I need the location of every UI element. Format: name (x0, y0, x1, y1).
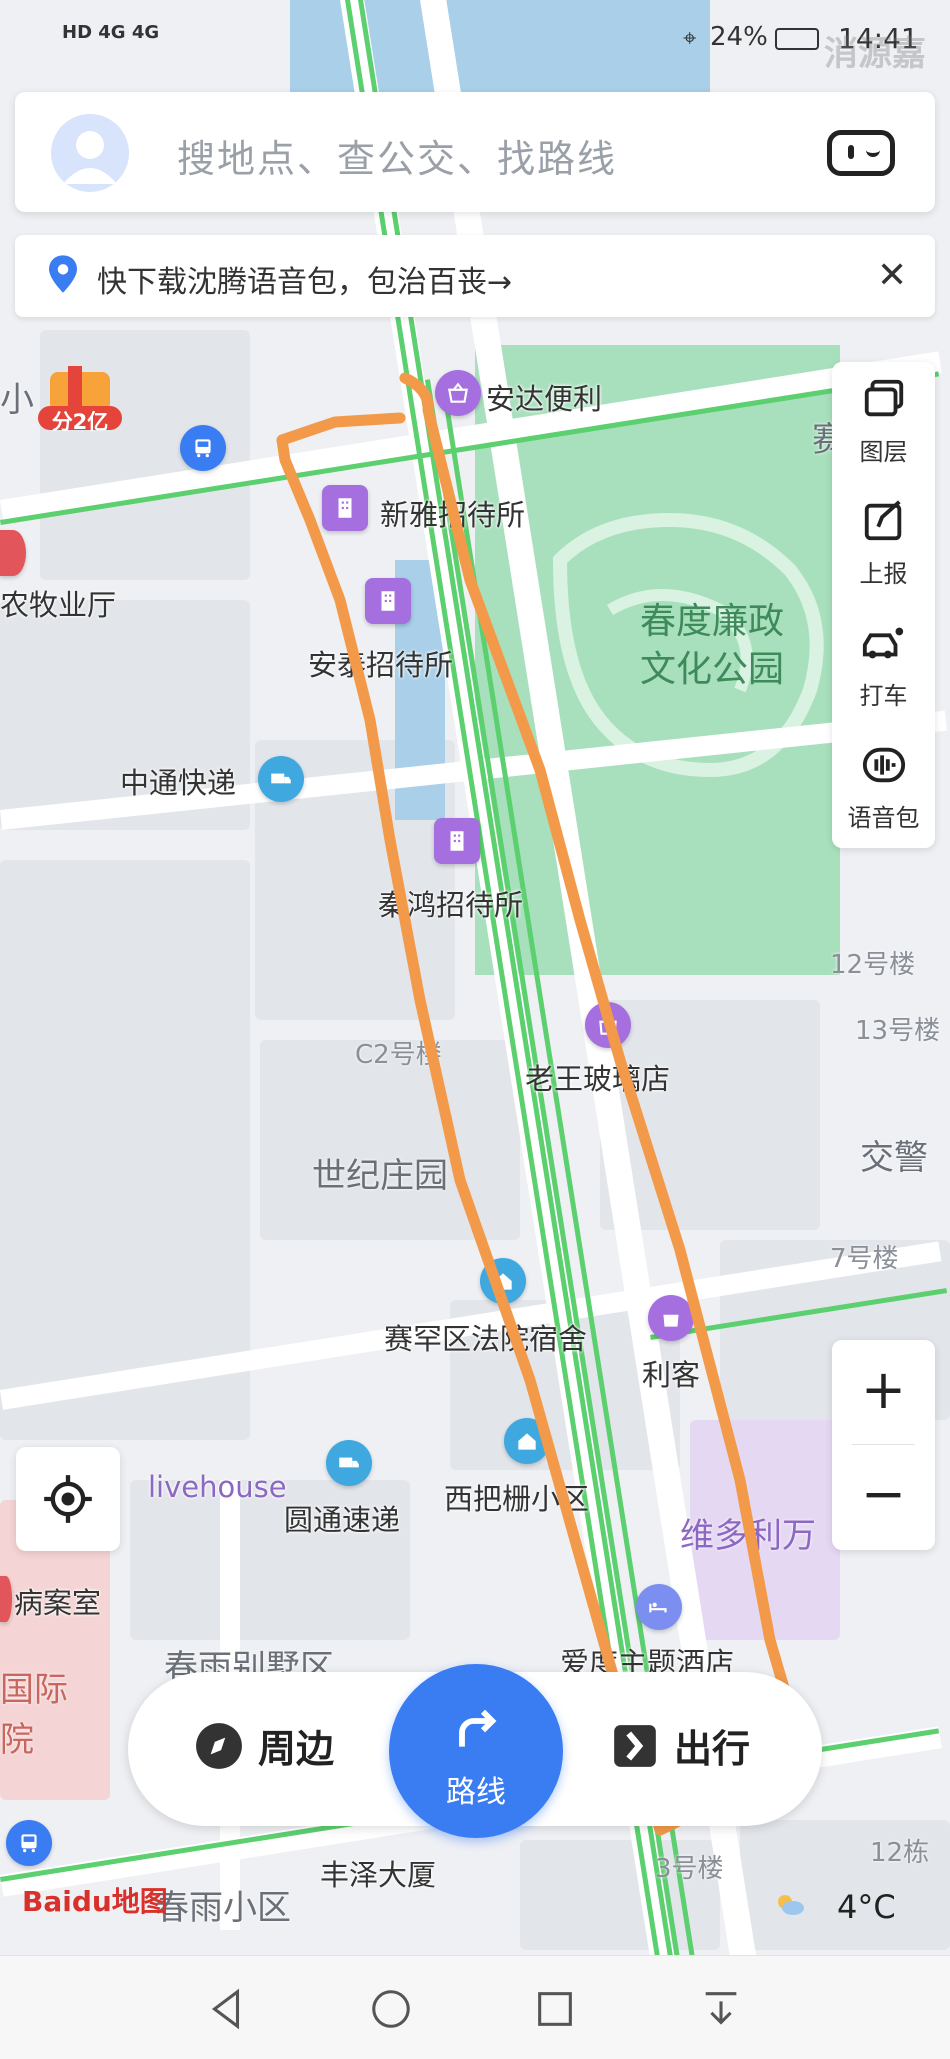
system-navigation-bar (0, 1955, 950, 2059)
zoom-out-button[interactable]: − (832, 1444, 935, 1548)
weather-temp: 4°C (837, 1888, 896, 1926)
route-label: 路线 (446, 1775, 506, 1810)
assistant-robot-icon[interactable] (827, 130, 895, 176)
taxi-icon (862, 627, 904, 659)
crosshair-icon (44, 1475, 92, 1523)
baidu-logo: Baidu地图 (22, 1885, 168, 1918)
nearby-label: 周边 (258, 1727, 335, 1771)
promo-badge: 分2亿 (51, 410, 109, 434)
status-bar: HD 4G 4G ⌖ 24% 14:41 消源嘉 (0, 0, 950, 80)
recents-icon[interactable] (532, 1986, 578, 2032)
voice-pack-banner[interactable]: 快下载沈腾语音包，包治百丧→ ✕ (15, 235, 935, 317)
tool-label: 图层 (859, 438, 908, 466)
search-bar[interactable]: 搜地点、查公交、找路线 (15, 92, 935, 212)
avatar[interactable] (51, 114, 129, 192)
zoom-in-button[interactable]: + (832, 1340, 935, 1444)
layers-icon (864, 379, 904, 417)
battery-icon (775, 28, 819, 50)
locate-me-button[interactable] (16, 1447, 120, 1551)
location-pin-icon (49, 255, 77, 297)
battery-percent: 24% (710, 22, 768, 52)
nearby-button[interactable]: 周边 (194, 1718, 334, 1773)
travel-label: 出行 (674, 1727, 751, 1771)
weather-icon (773, 1892, 805, 1916)
route-button[interactable]: 路线 (389, 1664, 563, 1838)
travel-button[interactable]: 出行 (610, 1718, 750, 1773)
map-tools-panel: 图层 上报 打车 语音包 (832, 362, 935, 848)
promo-gift-icon[interactable]: 分2亿 (30, 362, 130, 434)
search-input[interactable]: 搜地点、查公交、找路线 (177, 128, 617, 183)
route-arrow-icon (459, 1709, 497, 1747)
signal-indicators: HD 4G 4G (62, 22, 160, 43)
taxi-button[interactable]: 打车 (832, 606, 935, 724)
close-icon[interactable]: ✕ (877, 255, 907, 296)
watermark: 消源嘉 (824, 34, 926, 74)
voice-pack-button[interactable]: 语音包 (832, 728, 935, 846)
zoom-controls: + − (832, 1340, 935, 1550)
banner-text[interactable]: 快下载沈腾语音包，包治百丧→ (97, 257, 512, 301)
travel-icon (614, 1724, 656, 1767)
notification-pulldown-icon[interactable] (698, 1986, 744, 2032)
compass-icon (196, 1722, 242, 1769)
home-icon[interactable] (368, 1986, 414, 2032)
tool-label: 语音包 (847, 804, 920, 832)
report-icon (864, 500, 902, 541)
tool-label: 打车 (859, 682, 908, 710)
location-icon: ⌖ (683, 24, 697, 52)
tool-label: 上报 (859, 560, 908, 588)
layers-button[interactable]: 图层 (832, 362, 935, 480)
voice-pack-icon (862, 747, 906, 783)
report-button[interactable]: 上报 (832, 484, 935, 602)
back-icon[interactable] (203, 1986, 249, 2032)
